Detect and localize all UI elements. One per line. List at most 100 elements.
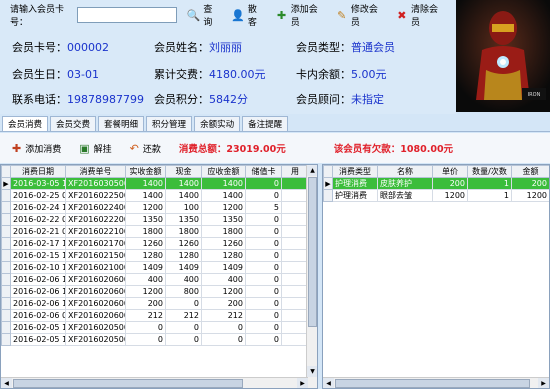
table-cell[interactable]: 5 bbox=[245, 201, 282, 214]
table-cell[interactable]: 0 bbox=[245, 309, 282, 322]
delete-member-button[interactable]: ✖ 清除会员 bbox=[396, 2, 442, 28]
table-row[interactable]: 2016-02-22 07:XF201602220002135013501350… bbox=[1, 213, 309, 226]
table-cell[interactable]: 0 bbox=[245, 189, 282, 202]
table-cell[interactable]: 212 bbox=[165, 309, 202, 322]
table-cell[interactable] bbox=[281, 189, 309, 202]
table-row[interactable]: 2016-02-05 18:XF2016020500090000 bbox=[1, 321, 309, 334]
table-cell[interactable]: 2016-02-17 18: bbox=[10, 237, 66, 250]
table-cell[interactable]: 800 bbox=[165, 285, 202, 298]
table-row[interactable]: 2016-02-06 10:XF20160206000320002000 bbox=[1, 297, 309, 310]
column-header[interactable]: 现金 bbox=[165, 165, 202, 178]
current-row-pointer-icon[interactable]: ▶ bbox=[323, 177, 333, 190]
table-cell[interactable]: 0 bbox=[165, 333, 202, 346]
table-cell[interactable] bbox=[281, 225, 309, 238]
table-row[interactable]: 2016-02-05 18:XF2016020500080000 bbox=[1, 333, 309, 346]
table-cell[interactable]: 0 bbox=[201, 333, 246, 346]
table-cell[interactable]: 1260 bbox=[165, 237, 202, 250]
table-row[interactable]: 2016-02-21 08:XF201602210001180018001800… bbox=[1, 225, 309, 238]
scroll-thumb[interactable] bbox=[308, 177, 317, 327]
table-cell[interactable]: XF201602210001 bbox=[65, 225, 126, 238]
column-header[interactable]: 储值卡 bbox=[245, 165, 282, 178]
tab-package-details[interactable]: 套餐明细 bbox=[98, 116, 145, 131]
table-cell[interactable]: 400 bbox=[165, 273, 202, 286]
scroll-thumb[interactable] bbox=[13, 379, 243, 388]
add-member-button[interactable]: ✚ 添加会员 bbox=[276, 2, 322, 28]
row-indicator[interactable] bbox=[1, 225, 11, 238]
table-cell[interactable]: XF201602250001 bbox=[65, 189, 126, 202]
table-row[interactable]: 2016-02-06 18:XF2016020600054004004000 bbox=[1, 273, 309, 286]
table-cell[interactable]: 200 bbox=[201, 297, 246, 310]
add-consume-button[interactable]: ✚ 添加消费 bbox=[12, 142, 61, 155]
table-cell[interactable]: 1200 bbox=[201, 201, 246, 214]
table-cell[interactable]: XF201602060004 bbox=[65, 285, 126, 298]
column-header[interactable]: 消费类型 bbox=[332, 165, 378, 178]
scroll-right-arrow-icon[interactable]: ▶ bbox=[538, 378, 549, 388]
scroll-thumb[interactable] bbox=[335, 379, 530, 388]
table-row[interactable]: 2016-02-25 08:XF201602250001140014001400… bbox=[1, 189, 309, 202]
row-indicator[interactable] bbox=[323, 189, 333, 202]
table-cell[interactable]: 皮肤养护 bbox=[377, 177, 433, 190]
table-cell[interactable]: 2016-02-22 07: bbox=[10, 213, 66, 226]
table-cell[interactable]: 1260 bbox=[201, 237, 246, 250]
refund-button[interactable]: ↶ 还款 bbox=[130, 142, 161, 155]
table-cell[interactable]: 1350 bbox=[165, 213, 202, 226]
table-cell[interactable]: 100 bbox=[165, 201, 202, 214]
table-cell[interactable]: 400 bbox=[201, 273, 246, 286]
row-indicator[interactable] bbox=[1, 261, 11, 274]
table-row[interactable]: 2016-02-10 10:XF201602100003140914091409… bbox=[1, 261, 309, 274]
row-indicator[interactable] bbox=[1, 321, 11, 334]
column-header[interactable]: 单价 bbox=[432, 165, 468, 178]
table-cell[interactable] bbox=[281, 177, 309, 190]
table-cell[interactable]: 1280 bbox=[125, 249, 166, 262]
query-button[interactable]: 🔍 查询 bbox=[187, 2, 217, 28]
table-cell[interactable]: 2016-02-15 16: bbox=[10, 249, 66, 262]
table-cell[interactable]: 2016-02-06 10: bbox=[10, 297, 66, 310]
column-header[interactable]: 消费单号 bbox=[65, 165, 126, 178]
table-cell[interactable]: 眼部去皱 bbox=[377, 189, 433, 202]
table-cell[interactable]: 0 bbox=[165, 321, 202, 334]
table-row[interactable]: ▶ 护理消费 皮肤养护 200 1 200 bbox=[323, 177, 549, 190]
current-row-pointer-icon[interactable]: ▶ bbox=[1, 177, 11, 190]
table-cell[interactable]: 1200 bbox=[432, 189, 468, 202]
table-cell[interactable]: 400 bbox=[125, 273, 166, 286]
table-cell[interactable]: 0 bbox=[245, 297, 282, 310]
column-header[interactable]: 数量/次数 bbox=[467, 165, 512, 178]
scroll-down-arrow-icon[interactable]: ▼ bbox=[307, 366, 317, 377]
table-cell[interactable] bbox=[281, 249, 309, 262]
tab-notes-reminder[interactable]: 备注提醒 bbox=[242, 116, 289, 131]
table-cell[interactable]: 0 bbox=[245, 237, 282, 250]
table-cell[interactable]: 0 bbox=[125, 321, 166, 334]
table-cell[interactable] bbox=[281, 333, 309, 346]
scroll-up-arrow-icon[interactable]: ▲ bbox=[307, 165, 317, 176]
table-cell[interactable]: 0 bbox=[245, 213, 282, 226]
scroll-left-arrow-icon[interactable]: ◀ bbox=[1, 378, 12, 388]
table-cell[interactable]: 护理消费 bbox=[332, 177, 378, 190]
card-number-input[interactable] bbox=[76, 7, 177, 23]
table-cell[interactable]: 2016-02-06 18: bbox=[10, 273, 66, 286]
row-indicator[interactable] bbox=[1, 237, 11, 250]
table-cell[interactable]: 1200 bbox=[201, 285, 246, 298]
table-cell[interactable]: 1280 bbox=[201, 249, 246, 262]
table-cell[interactable]: 2016-02-25 08: bbox=[10, 189, 66, 202]
table-cell[interactable]: XF201602050009 bbox=[65, 321, 126, 334]
column-header[interactable]: 名称 bbox=[377, 165, 433, 178]
table-cell[interactable] bbox=[281, 273, 309, 286]
table-cell[interactable]: XF201602170003 bbox=[65, 237, 126, 250]
row-indicator[interactable] bbox=[1, 273, 11, 286]
table-row[interactable]: 2016-02-17 18:XF201602170003126012601260… bbox=[1, 237, 309, 250]
table-cell[interactable]: 0 bbox=[245, 261, 282, 274]
table-cell[interactable]: 1260 bbox=[125, 237, 166, 250]
table-cell[interactable]: XF201602220002 bbox=[65, 213, 126, 226]
table-cell[interactable] bbox=[281, 297, 309, 310]
table-cell[interactable]: 1800 bbox=[201, 225, 246, 238]
tab-points-management[interactable]: 积分管理 bbox=[146, 116, 193, 131]
table-cell[interactable] bbox=[281, 321, 309, 334]
tab-member-consume[interactable]: 会员消费 bbox=[2, 116, 49, 131]
table-row[interactable]: 护理消费 眼部去皱 1200 1 1200 bbox=[323, 189, 549, 202]
table-cell[interactable] bbox=[281, 285, 309, 298]
table-cell[interactable]: 1350 bbox=[201, 213, 246, 226]
table-cell[interactable]: XF201602240001 bbox=[65, 201, 126, 214]
guest-button[interactable]: 👤 散客 bbox=[231, 2, 261, 28]
table-cell[interactable]: 212 bbox=[125, 309, 166, 322]
table-row[interactable]: 2016-02-24 11:XF201602240001120010012005 bbox=[1, 201, 309, 214]
